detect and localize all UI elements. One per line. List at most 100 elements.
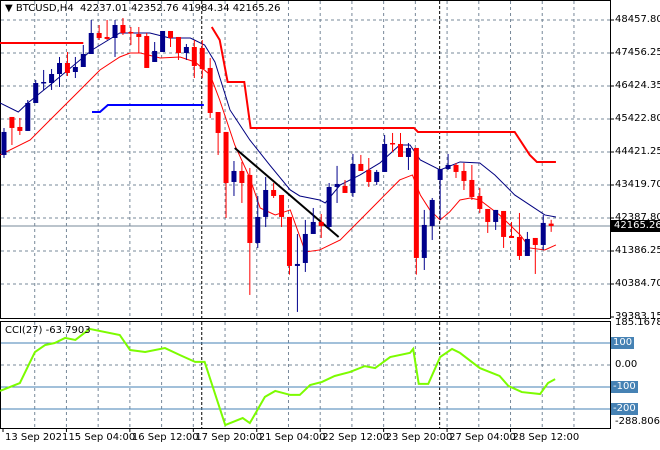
candle-bear xyxy=(286,216,292,266)
candle-bull xyxy=(1,131,7,155)
candle-bear xyxy=(215,111,221,133)
x-tick-label: 15 Sep 04:00 xyxy=(68,432,136,443)
candle-bear xyxy=(279,194,285,217)
candle-bull xyxy=(310,221,316,234)
candle-bull xyxy=(152,50,158,62)
cci-tick-label: 100 xyxy=(611,337,635,349)
candle-bull xyxy=(334,183,340,187)
candle-bull xyxy=(437,168,443,180)
candle-bear xyxy=(509,235,515,238)
dropdown-triangle-icon[interactable]: ▼ xyxy=(5,3,13,14)
x-tick-label: 17 Sep 20:00 xyxy=(195,432,263,443)
cci-tick-label: -200 xyxy=(611,403,638,415)
y-tick-label: 46424.35 xyxy=(615,80,660,91)
candle-bull xyxy=(382,143,388,172)
candle-bear xyxy=(342,185,348,193)
x-tick-label: 16 Sep 12:00 xyxy=(131,432,199,443)
current-price-badge: 42165.26 xyxy=(611,220,660,232)
candle-bear xyxy=(398,143,403,157)
cci-pane xyxy=(0,321,611,429)
candle-bull xyxy=(302,233,308,263)
candle-bear xyxy=(168,30,174,38)
candle-bull xyxy=(326,186,332,227)
candle-bear xyxy=(469,179,475,197)
candle-bull xyxy=(25,102,31,131)
candle-bear xyxy=(223,131,229,183)
candle-bear xyxy=(17,126,23,131)
candle-bear xyxy=(128,32,134,34)
candle-bull xyxy=(33,82,39,103)
candle-bull xyxy=(255,216,261,243)
x-tick-label: 22 Sep 12:00 xyxy=(322,432,389,443)
cci-tick-label: -100 xyxy=(611,381,638,393)
candle-bear xyxy=(532,237,538,245)
candle-bull xyxy=(160,30,166,53)
y-tick-label: 43419.70 xyxy=(615,179,660,190)
high-value: 42352.76 xyxy=(130,3,179,14)
y-tick-label: 40384.70 xyxy=(615,278,660,289)
cci-header: CCI(27) -63.7903 xyxy=(5,325,91,336)
chart-canvas[interactable] xyxy=(0,0,660,450)
candle-bull xyxy=(350,163,356,193)
y-tick-label: 45422.80 xyxy=(615,113,660,124)
candle-bear xyxy=(191,46,197,66)
candle-bear xyxy=(485,208,491,222)
candle-bull xyxy=(374,171,380,182)
x-tick-label: 21 Sep 04:00 xyxy=(258,432,326,443)
x-tick-label: 28 Sep 12:00 xyxy=(512,432,580,443)
close-value: 42165.26 xyxy=(232,3,281,14)
y-tick-label: 47456.25 xyxy=(615,47,660,58)
candle-bear xyxy=(9,116,15,128)
candle-bear xyxy=(501,210,507,237)
candle-bear xyxy=(239,170,245,183)
candle-bear xyxy=(271,189,277,196)
candle-bear xyxy=(366,169,372,182)
cci-name: CCI(27) xyxy=(5,325,43,336)
x-tick-label: 23 Sep 20:00 xyxy=(385,432,453,443)
candle-bear xyxy=(175,36,181,53)
candle-bull xyxy=(231,170,237,182)
cci-value: -63.7903 xyxy=(45,325,91,336)
candle-bull xyxy=(72,66,78,72)
candle-bull xyxy=(540,222,546,245)
low-value: 41984.34 xyxy=(181,3,230,14)
candle-bull xyxy=(183,46,189,53)
candle-bear xyxy=(413,147,419,258)
candle-bear xyxy=(548,223,554,226)
candle-bull xyxy=(263,189,269,217)
candle-bear xyxy=(207,67,213,113)
candle-bear xyxy=(358,163,364,171)
candle-bull xyxy=(405,147,411,157)
candle-bear xyxy=(144,35,150,68)
cci-tick-label: 0.00 xyxy=(615,359,638,370)
y-tick-label: 44421.25 xyxy=(615,146,660,157)
candle-bull xyxy=(429,199,435,226)
candle-bear xyxy=(461,170,467,181)
chart-header: ▼ BTCUSD,H4 42237.01 42352.76 41984.34 4… xyxy=(5,3,280,14)
candle-bear xyxy=(199,47,205,69)
candle-bear xyxy=(516,236,522,256)
candle-bear xyxy=(390,142,396,145)
open-value: 42237.01 xyxy=(80,3,128,14)
chart-window: ▼ BTCUSD,H4 42237.01 42352.76 41984.34 4… xyxy=(0,0,660,450)
x-tick-label: 13 Sep 2021 xyxy=(5,432,69,443)
cci-tick-label: 185.1678 xyxy=(615,317,660,328)
candle-bull xyxy=(80,53,86,67)
candle-bull xyxy=(294,263,300,266)
candle-bear xyxy=(247,174,253,243)
candle-bull xyxy=(524,238,530,256)
candle-bull xyxy=(493,209,499,222)
x-tick-label: 27 Sep 04:00 xyxy=(449,432,516,443)
cci-tick-label: -288.8062 xyxy=(615,416,660,427)
candle-bull xyxy=(112,25,118,38)
symbol-label: BTCUSD,H4 xyxy=(15,3,74,14)
candle-bull xyxy=(445,164,451,169)
candle-bull xyxy=(49,73,55,83)
candle-bear xyxy=(96,32,102,38)
y-tick-label: 48457.80 xyxy=(615,14,660,25)
candle-bear xyxy=(104,36,110,39)
candle-bear xyxy=(453,164,459,172)
candle-bear xyxy=(477,195,483,209)
y-tick-label: 41386.25 xyxy=(615,245,660,256)
candle-bear xyxy=(136,34,142,37)
